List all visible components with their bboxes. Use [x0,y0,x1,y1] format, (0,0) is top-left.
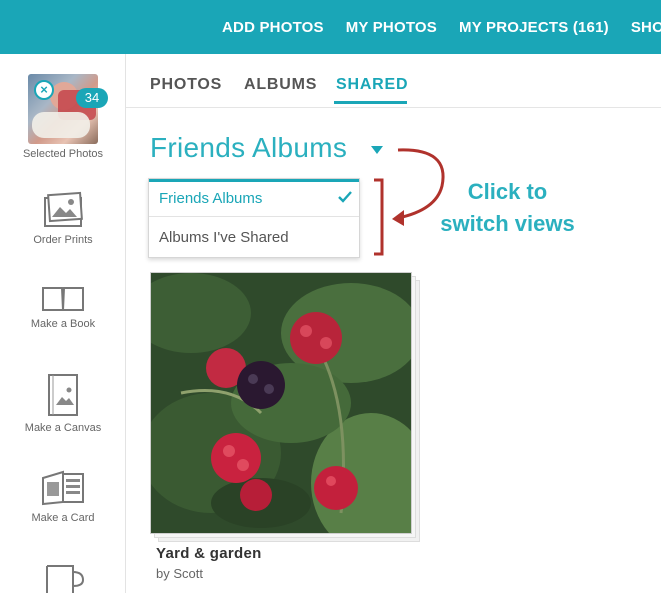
sidebar-item-label: Make a Canvas [24,422,102,434]
mug-icon [46,565,85,593]
card-icon [42,470,84,506]
remove-selection-icon[interactable]: × [34,80,54,100]
photo-print-icon [44,191,83,227]
menu-option-friends-albums[interactable]: Friends Albums [149,179,359,217]
sidebar-item-make-card[interactable]: Make a Card [0,468,126,524]
selected-photos-thumbnail[interactable]: × [28,74,98,144]
checkmark-icon [338,191,352,203]
sidebar-item-label: Selected Photos [22,148,104,160]
nav-my-projects[interactable]: MY PROJECTS (161) [459,19,609,36]
top-nav-bar: ADD PHOTOS MY PHOTOS MY PROJECTS (161) S… [0,0,661,54]
sidebar-selected-photos[interactable]: × 34 Selected Photos [0,74,126,160]
sidebar: × 34 Selected Photos Order Prints Make a… [0,54,126,593]
view-selector-title[interactable]: Friends Albums [150,132,347,164]
nav-my-photos[interactable]: MY PHOTOS [346,19,437,36]
menu-option-albums-shared[interactable]: Albums I've Shared [149,219,359,257]
album-owner: by Scott [156,566,203,581]
view-dropdown-menu: Friends Albums Albums I've Shared [148,178,360,258]
album-cover[interactable] [150,272,412,534]
sidebar-item-label: Order Prints [33,234,93,246]
book-icon [42,287,84,311]
sidebar-item-make-book[interactable]: Make a Book [0,282,126,330]
sidebar-item-label: Make a Book [30,318,96,330]
sidebar-item-order-prints[interactable]: Order Prints [0,190,126,246]
nav-add-photos[interactable]: ADD PHOTOS [222,19,324,36]
nav-shop[interactable]: SHOP [631,19,661,36]
sub-nav: PHOTOS ALBUMS SHARED [126,54,661,108]
tab-shared[interactable]: SHARED [336,76,408,94]
tab-albums[interactable]: ALBUMS [244,76,317,94]
annotation-line-2: switch views [440,211,575,236]
annotation-text: Click to switch views [420,176,595,240]
sidebar-item-make-canvas[interactable]: Make a Canvas [0,372,126,434]
annotation-line-1: Click to [467,179,548,204]
tab-photos[interactable]: PHOTOS [150,76,222,94]
sidebar-item-label: Make a Card [31,512,95,524]
menu-option-label: Friends Albums [159,190,263,207]
sidebar-item-mug[interactable] [0,562,126,593]
selected-count-badge: 34 [76,88,108,108]
canvas-icon [48,374,78,416]
menu-option-label: Albums I've Shared [159,229,289,246]
active-tab-underline [334,101,407,104]
album-cover-image [151,273,411,533]
album-title[interactable]: Yard & garden [156,545,262,562]
top-nav: ADD PHOTOS MY PHOTOS MY PROJECTS (161) S… [200,0,661,54]
